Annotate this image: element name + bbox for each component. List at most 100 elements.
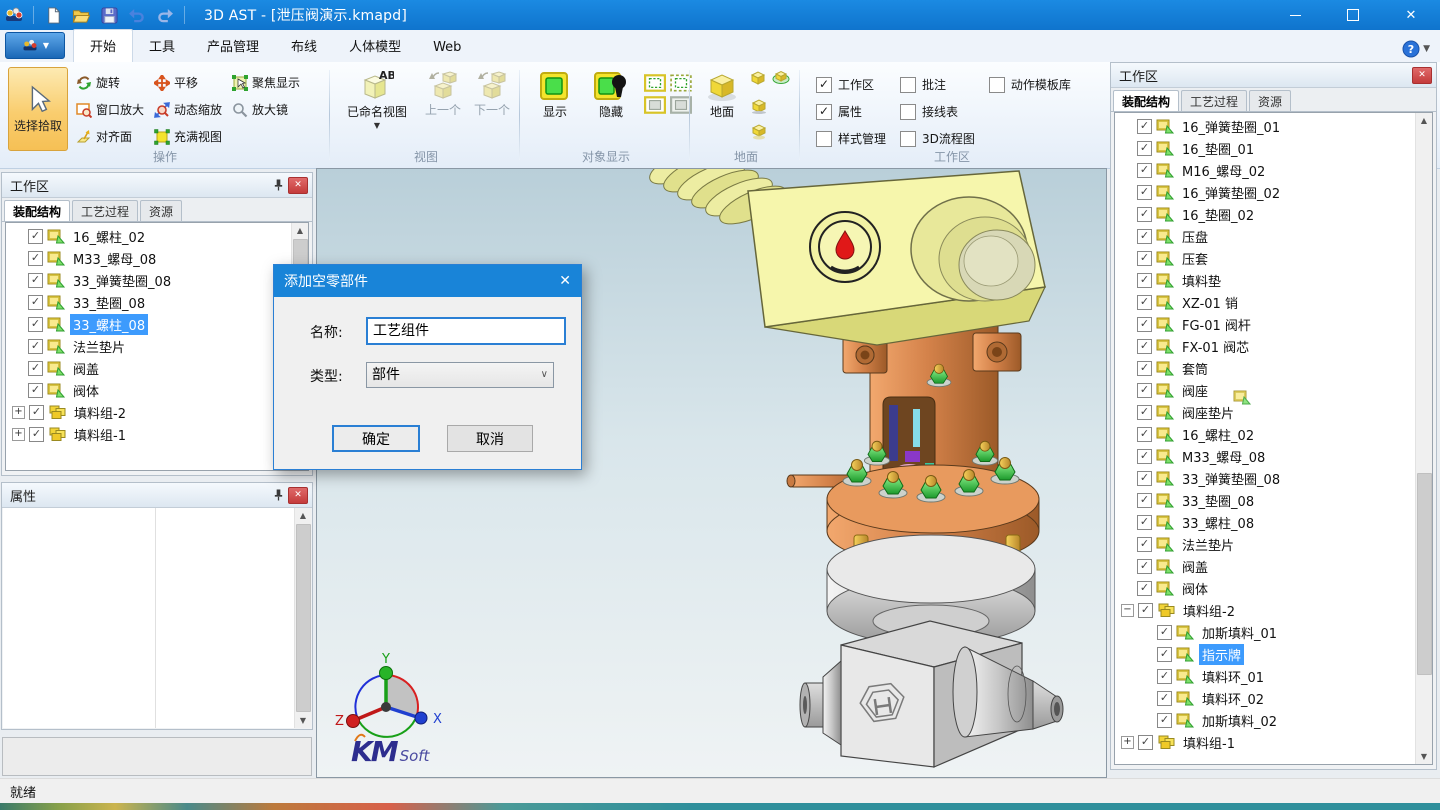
tree-item-row[interactable]: ✓阀座 xyxy=(1115,379,1415,401)
scroll-down-icon[interactable]: ▼ xyxy=(1416,749,1432,764)
tree-item-row[interactable]: ✓阀盖 xyxy=(1115,555,1415,577)
tab-routing[interactable]: 布线 xyxy=(275,30,333,62)
tree-item-row[interactable]: ✓填料环_02 xyxy=(1115,687,1415,709)
ground-button[interactable]: 地面 xyxy=(698,70,746,120)
check-annotation[interactable]: 批注 xyxy=(900,71,975,98)
checkbox-icon[interactable] xyxy=(900,131,916,147)
checkbox-icon[interactable]: ✓ xyxy=(816,77,832,93)
tree-checkbox[interactable]: ✓ xyxy=(1137,185,1152,200)
magnifier-button[interactable]: 放大镜 xyxy=(228,96,304,123)
tree-item-row[interactable]: ✓16_垫圈_02 xyxy=(1115,203,1415,225)
left-panel-tab[interactable]: 装配结构 xyxy=(4,200,70,221)
tree-checkbox[interactable]: ✓ xyxy=(1137,493,1152,508)
right-panel-tab[interactable]: 资源 xyxy=(1249,90,1291,111)
tree-item-row[interactable]: ✓填料垫 xyxy=(1115,269,1415,291)
tree-checkbox[interactable]: ✓ xyxy=(1137,229,1152,244)
tree-item-row[interactable]: ✓法兰垫片 xyxy=(6,335,291,357)
scroll-down-icon[interactable]: ▼ xyxy=(295,713,311,728)
left-panel-tab[interactable]: 资源 xyxy=(140,200,182,221)
tree-item-row[interactable]: ✓压盘 xyxy=(1115,225,1415,247)
tree-item-row[interactable]: ✓16_弹簧垫圈_02 xyxy=(1115,181,1415,203)
tree-checkbox[interactable]: ✓ xyxy=(1137,119,1152,134)
tree-checkbox[interactable]: ✓ xyxy=(1157,647,1172,662)
name-input[interactable]: 工艺组件 xyxy=(366,317,566,345)
tree-checkbox[interactable]: ✓ xyxy=(1157,713,1172,728)
tree-checkbox[interactable]: ✓ xyxy=(1137,471,1152,486)
new-document-button[interactable] xyxy=(40,3,66,27)
pin-icon[interactable] xyxy=(273,178,284,192)
ground-option-cube-icon[interactable] xyxy=(750,70,766,85)
tree-item-row[interactable]: ✓16_弹簧垫圈_01 xyxy=(1115,115,1415,137)
undo-button[interactable] xyxy=(124,3,150,27)
tree-checkbox[interactable]: ✓ xyxy=(1137,449,1152,464)
tree-item-row[interactable]: ✓FX-01 阀芯 xyxy=(1115,335,1415,357)
tree-item-row[interactable]: ✓阀体 xyxy=(6,379,291,401)
tree-checkbox[interactable]: ✓ xyxy=(1137,581,1152,596)
tree-item-row[interactable]: ✓阀体 xyxy=(1115,577,1415,599)
tree-group-row[interactable]: +✓填料组-1 xyxy=(1115,731,1415,753)
collapse-icon[interactable]: − xyxy=(1121,604,1134,617)
maximize-button[interactable] xyxy=(1324,0,1382,30)
tree-checkbox[interactable]: ✓ xyxy=(1137,405,1152,420)
save-button[interactable] xyxy=(96,3,122,27)
tree-checkbox[interactable]: ✓ xyxy=(1137,273,1152,288)
tree-group-row[interactable]: +✓填料组-1 xyxy=(6,423,291,445)
type-select[interactable]: 部件 ∨ xyxy=(366,362,554,388)
next-view-button[interactable]: 下一个 xyxy=(468,70,516,118)
tree-item-row[interactable]: ✓XZ-01 销 xyxy=(1115,291,1415,313)
scroll-up-icon[interactable]: ▲ xyxy=(292,223,308,238)
tree-checkbox[interactable]: ✓ xyxy=(28,361,43,376)
tree-checkbox[interactable]: ✓ xyxy=(1137,141,1152,156)
checkbox-icon[interactable]: ✓ xyxy=(816,104,832,120)
tree-checkbox[interactable]: ✓ xyxy=(1137,317,1152,332)
checkbox-icon[interactable] xyxy=(900,77,916,93)
tree-item-row[interactable]: ✓M33_螺母_08 xyxy=(6,247,291,269)
scroll-up-icon[interactable]: ▲ xyxy=(295,508,311,523)
tree-item-row[interactable]: ✓33_螺柱_08 xyxy=(6,313,291,335)
tree-item-row[interactable]: ✓16_螺柱_02 xyxy=(1115,423,1415,445)
tree-item-row[interactable]: ✓法兰垫片 xyxy=(1115,533,1415,555)
align-face-button[interactable]: 对齐面 xyxy=(72,123,148,150)
tab-product-management[interactable]: 产品管理 xyxy=(191,30,275,62)
rotate-button[interactable]: 旋转 xyxy=(72,69,148,96)
help-button[interactable]: ? ▼ xyxy=(1402,40,1430,58)
tree-checkbox[interactable]: ✓ xyxy=(29,427,44,442)
right-panel-tab[interactable]: 装配结构 xyxy=(1113,90,1179,111)
tree-checkbox[interactable]: ✓ xyxy=(1137,537,1152,552)
scrollbar[interactable]: ▲ ▼ xyxy=(1415,113,1432,764)
tree-checkbox[interactable]: ✓ xyxy=(28,229,43,244)
tree-item-row[interactable]: ✓加斯填料_02 xyxy=(1115,709,1415,731)
app-logo-icon[interactable] xyxy=(1,3,27,27)
check-action-template-library[interactable]: 动作模板库 xyxy=(989,71,1071,98)
tree-item-row[interactable]: ✓33_螺柱_08 xyxy=(1115,511,1415,533)
check-properties[interactable]: ✓属性 xyxy=(816,98,886,125)
tree-checkbox[interactable]: ✓ xyxy=(1137,339,1152,354)
tree-checkbox[interactable]: ✓ xyxy=(1137,163,1152,178)
tree-item-row[interactable]: ✓33_弹簧垫圈_08 xyxy=(6,269,291,291)
focus-display-button[interactable]: 聚焦显示 xyxy=(228,69,304,96)
named-views-button[interactable]: AB 已命名视图 ▼ xyxy=(338,68,416,130)
tree-checkbox[interactable]: ✓ xyxy=(28,339,43,354)
tree-checkbox[interactable]: ✓ xyxy=(28,273,43,288)
tree-checkbox[interactable]: ✓ xyxy=(1137,295,1152,310)
application-menu-button[interactable]: ▼ xyxy=(5,32,65,59)
tree-checkbox[interactable]: ✓ xyxy=(1157,691,1172,706)
check-wiring-table[interactable]: 接线表 xyxy=(900,98,975,125)
expand-icon[interactable]: + xyxy=(12,406,25,419)
close-panel-button[interactable]: ✕ xyxy=(1412,67,1432,84)
tree-checkbox[interactable]: ✓ xyxy=(28,383,43,398)
tree-checkbox[interactable]: ✓ xyxy=(1157,625,1172,640)
viewport-3d[interactable]: Y X Z KM Soft xyxy=(316,168,1107,778)
dialog-title-bar[interactable]: 添加空零部件 ✕ xyxy=(274,265,581,297)
tree-checkbox[interactable]: ✓ xyxy=(1137,383,1152,398)
pan-button[interactable]: 平移 xyxy=(150,69,226,96)
close-panel-button[interactable]: ✕ xyxy=(288,177,308,194)
close-button[interactable]: ✕ xyxy=(1382,0,1440,30)
tree-checkbox[interactable]: ✓ xyxy=(1138,735,1153,750)
close-panel-button[interactable]: ✕ xyxy=(288,487,308,504)
expand-icon[interactable]: + xyxy=(12,428,25,441)
checkbox-icon[interactable] xyxy=(989,77,1005,93)
show-object-button[interactable]: 显示 xyxy=(530,70,580,120)
tree-item-row[interactable]: ✓阀座垫片 xyxy=(1115,401,1415,423)
tree-item-row[interactable]: ✓33_垫圈_08 xyxy=(1115,489,1415,511)
